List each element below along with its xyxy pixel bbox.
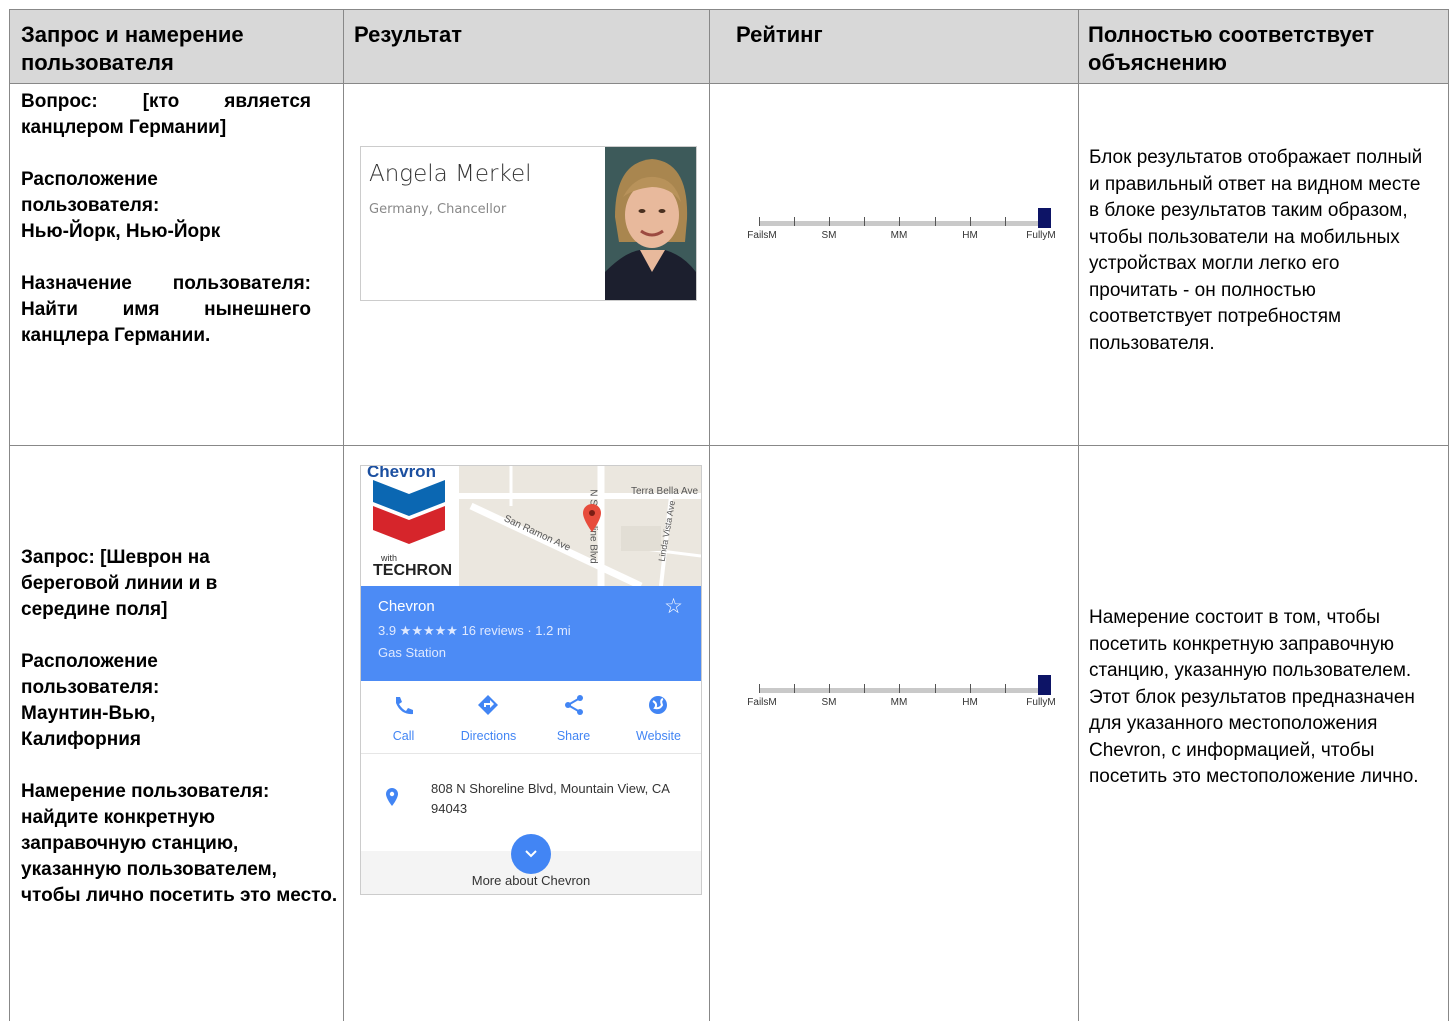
tick	[970, 217, 971, 226]
scale-label: SM	[821, 697, 837, 708]
row2-intent: Намерение пользователя: найдите конкретн…	[21, 781, 338, 906]
tick	[935, 217, 936, 226]
chevron-logo-icon	[373, 480, 445, 544]
rating-table: Запрос и намерение пользователя Результа…	[9, 9, 1449, 1021]
row2-explanation: Намерение состоит в том, чтобы посетить …	[1089, 607, 1419, 787]
border-header	[9, 83, 1449, 84]
result-name: Angela Merkel	[369, 161, 532, 187]
scale-label: FullyM	[1026, 230, 1056, 241]
share-label: Share	[556, 729, 591, 743]
directions-label: Directions	[460, 729, 517, 743]
chevron-logo: Chevron with TECHRON	[361, 466, 459, 586]
border-col3	[1078, 9, 1079, 1021]
scale-label: MM	[890, 697, 908, 708]
border-col1	[343, 9, 344, 1021]
scale-label: HM	[962, 230, 978, 241]
save-star-icon[interactable]: ☆	[664, 594, 683, 619]
tick	[970, 684, 971, 693]
website-label: Website	[636, 729, 681, 743]
tick	[759, 217, 760, 226]
row2-location-label: Расположение пользователя:	[21, 651, 160, 698]
divider	[361, 753, 701, 754]
row1-intent: Назначение пользователя: Найти имя нынеш…	[21, 273, 311, 346]
directions-icon	[478, 695, 498, 715]
border-left	[9, 9, 10, 1021]
tick	[759, 684, 760, 693]
row2-rating-scale: FailsM SM MM HM FullyM	[747, 675, 1059, 715]
row2-query-block: Запрос: [Шеврон на береговой линии и в с…	[21, 545, 341, 909]
globe-icon	[649, 696, 667, 714]
row1-location-label: Расположение пользователя:	[21, 169, 160, 216]
logo-techron: TECHRON	[373, 562, 453, 579]
chevron-down-icon	[525, 850, 537, 858]
row1-rating-scale: FailsM SM MM HM FullyM	[747, 208, 1059, 248]
tick	[829, 684, 830, 693]
result-subtitle: Germany, Chancellor	[369, 202, 507, 217]
scale-label: FailsM	[747, 697, 777, 708]
share-button[interactable]: Share	[531, 681, 616, 753]
border-col2	[709, 9, 710, 1021]
map-thumbnail[interactable]: Terra Bella Ave San Ramon Ave N Shorelin…	[361, 466, 701, 586]
scale-label: FailsM	[747, 230, 777, 241]
scale-label: MM	[890, 230, 908, 241]
directions-button[interactable]: Directions	[446, 681, 531, 753]
border-top	[9, 9, 1449, 10]
chevron-result-card: Terra Bella Ave San Ramon Ave N Shorelin…	[360, 465, 702, 895]
place-rating: 3.9 ★★★★★ 16 reviews · 1.2 mi	[378, 623, 571, 638]
location-pin-icon	[386, 788, 398, 806]
place-address[interactable]: 808 N Shoreline Blvd, Mountain View, CA …	[431, 779, 693, 819]
border-row	[9, 445, 1449, 446]
merkel-photo	[605, 147, 696, 300]
header-query: Запрос и намерение пользователя	[21, 22, 244, 75]
place-header: Chevron 3.9 ★★★★★ 16 reviews · 1.2 mi Ga…	[361, 586, 701, 681]
scale-label: SM	[821, 230, 837, 241]
header-rating: Рейтинг	[736, 22, 823, 47]
map-label-terra-bella: Terra Bella Ave	[631, 486, 699, 497]
expand-button[interactable]	[511, 834, 551, 874]
scale-label: HM	[962, 697, 978, 708]
action-row: Call Directions Share Website	[361, 681, 701, 753]
rating-marker	[1038, 208, 1051, 228]
tick	[1005, 217, 1006, 226]
header-result: Результат	[354, 22, 463, 47]
merkel-result-card: Angela Merkel Germany, Chancellor	[360, 146, 697, 301]
border-right	[1448, 9, 1449, 1021]
website-button[interactable]: Website	[616, 681, 701, 753]
scale-track	[759, 221, 1042, 226]
tick	[794, 217, 795, 226]
tick	[829, 217, 830, 226]
call-label: Call	[392, 729, 415, 743]
table-header: Запрос и намерение пользователя Результа…	[9, 9, 1449, 83]
row2-query: Запрос: [Шеврон на береговой линии и в с…	[21, 547, 218, 620]
row1-question: Вопрос: [кто является канцлером Германии…	[21, 91, 311, 138]
tick	[899, 217, 900, 226]
tick	[935, 684, 936, 693]
rating-marker	[1038, 675, 1051, 695]
more-about-label: More about Chevron	[471, 873, 591, 888]
phone-icon	[396, 697, 413, 715]
tick	[794, 684, 795, 693]
tick	[864, 684, 865, 693]
row2-location-value: Маунтин-Вью, Калифорния	[21, 703, 156, 750]
scale-label: FullyM	[1026, 697, 1056, 708]
share-icon	[565, 695, 583, 715]
row1-query-block: Вопрос: [кто является канцлером Германии…	[21, 89, 311, 349]
call-button[interactable]: Call	[361, 681, 446, 753]
map-pin-icon[interactable]	[583, 504, 601, 532]
place-title: Chevron	[378, 598, 435, 615]
tick	[899, 684, 900, 693]
header-explanation: Полностью соответствует объяснению	[1088, 22, 1375, 75]
scale-track	[759, 688, 1042, 693]
row1-location-value: Нью-Йорк, Нью-Йорк	[21, 221, 221, 242]
place-category: Gas Station	[378, 645, 446, 660]
row1-explanation: Блок результатов отображает полный и пра…	[1089, 147, 1423, 354]
tick	[1005, 684, 1006, 693]
tick	[864, 217, 865, 226]
